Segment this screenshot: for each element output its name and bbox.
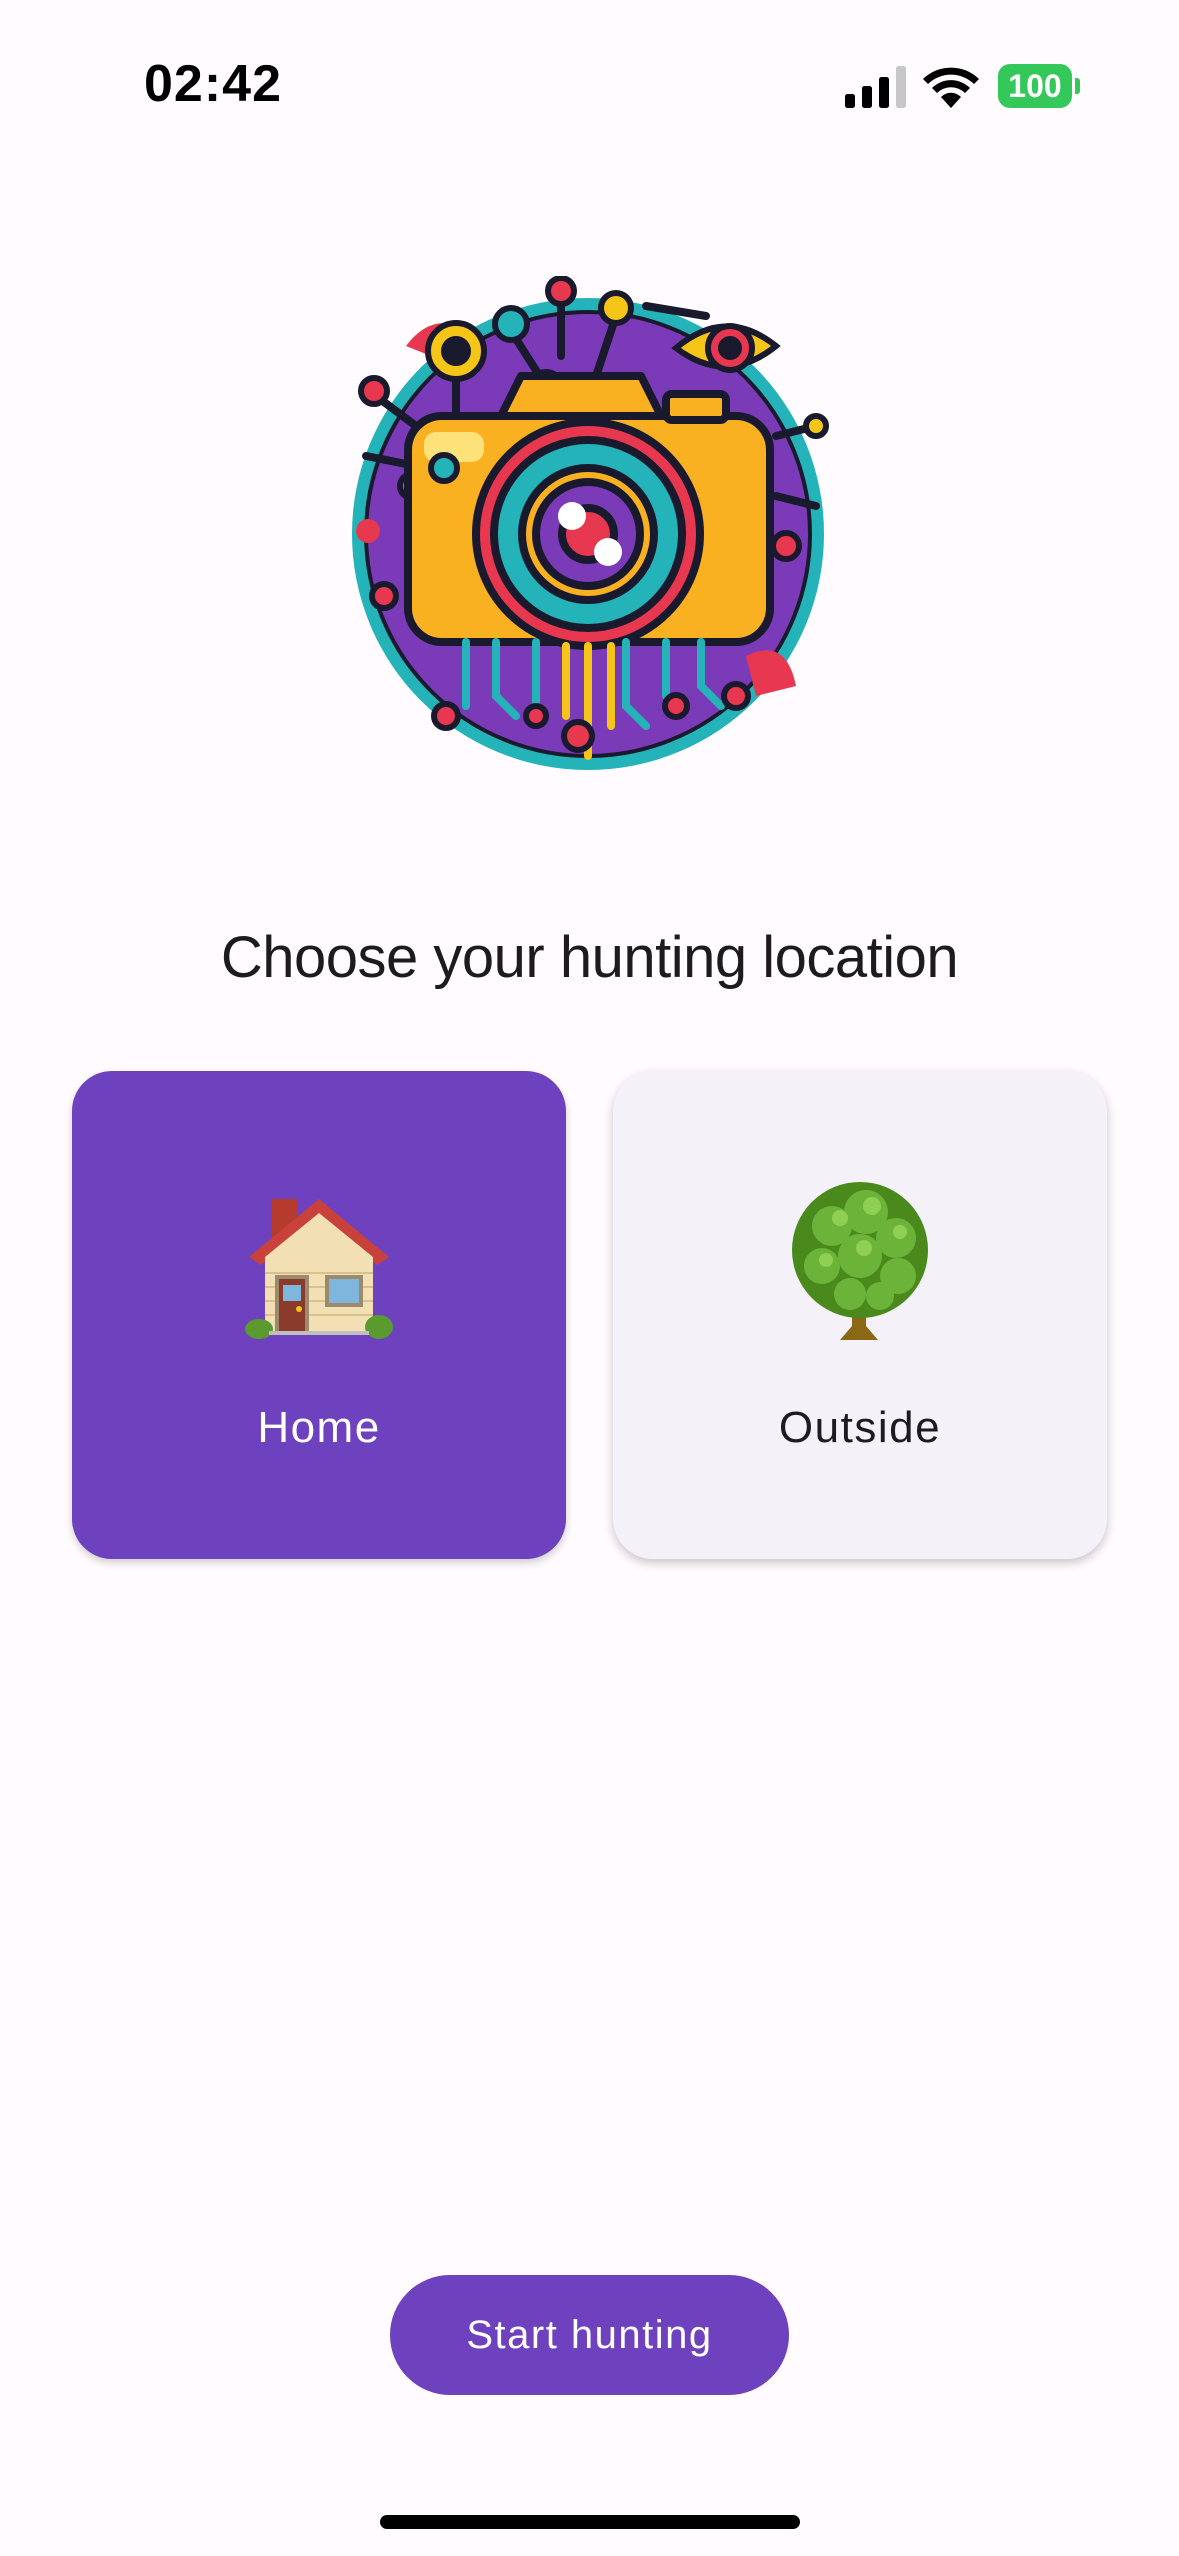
wifi-icon [923,67,979,108]
signal-icon [845,66,906,108]
status-bar: 02:42 100 [0,0,1179,170]
camera-circuit-logo [352,276,829,770]
page-title: Choose your hunting location [220,925,959,990]
battery-level: 100 [998,64,1072,108]
status-time: 02:42 [144,55,282,113]
start-hunting-button[interactable]: Start hunting [390,2275,789,2395]
battery-icon: 100 [998,64,1080,108]
battery-tip [1075,78,1080,94]
location-label-home: Home [257,1403,381,1452]
location-option-outside[interactable]: Outside [613,1071,1107,1559]
location-label-outside: Outside [778,1403,942,1452]
house-icon [72,1171,566,1351]
home-indicator[interactable] [380,2515,800,2529]
location-option-home[interactable]: Home [72,1071,566,1559]
tree-icon [613,1171,1107,1351]
